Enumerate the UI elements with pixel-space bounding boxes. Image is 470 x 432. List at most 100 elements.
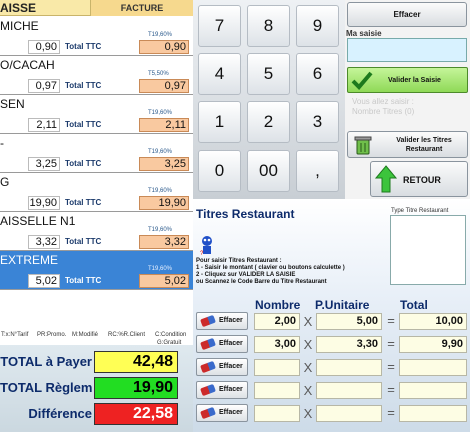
legend-condition: C:Condition — [155, 332, 187, 338]
effacer-saisie-button[interactable]: Effacer — [347, 2, 467, 27]
ticket-line[interactable]: SEN 2,11 Total TTC T19,60% 2,11 — [0, 95, 193, 134]
effacer-row-button[interactable]: Effacer — [196, 381, 248, 399]
item-name: O/CACAH — [0, 58, 55, 72]
nombre-field[interactable] — [254, 382, 300, 399]
ticket-line[interactable]: - 3,25 Total TTC T19,60% 3,25 — [0, 134, 193, 173]
effacer-row-button[interactable]: Effacer — [196, 404, 248, 422]
difference-label: Différence — [28, 406, 92, 421]
item-tva-rate: T19,60% — [148, 227, 173, 233]
item-tva-rate: T19,60% — [148, 266, 173, 272]
type-titre-list[interactable] — [390, 215, 466, 285]
total-ttc-label: Total TTC — [65, 120, 102, 129]
key-0[interactable]: 0 — [198, 150, 241, 192]
effacer-row-button[interactable]: Effacer — [196, 335, 248, 353]
nombre-field[interactable] — [254, 405, 300, 422]
ticket-line[interactable]: G 19,90 Total TTC T19,60% 19,90 — [0, 173, 193, 212]
legend-modifie: M:Modifié — [72, 332, 99, 338]
eraser-icon — [200, 383, 216, 397]
key-3[interactable]: 3 — [296, 101, 339, 143]
ticket-line[interactable]: MICHE 0,90 Total TTC T19,60% 0,90 — [0, 17, 193, 56]
key-comma[interactable]: , — [296, 150, 339, 192]
checkmark-icon — [351, 71, 373, 90]
unitaire-field[interactable] — [316, 382, 382, 399]
legend-remise-client: RC:%R.Client — [108, 332, 146, 338]
up-arrow-icon — [374, 165, 398, 193]
equals-sign: = — [387, 359, 395, 374]
key-4[interactable]: 4 — [198, 53, 241, 95]
item-name: SEN — [0, 97, 25, 111]
total-reglement-label: TOTAL Règleme — [0, 380, 92, 395]
key-9[interactable]: 9 — [296, 5, 339, 47]
item-name: - — [0, 136, 4, 150]
item-total-ttc: 3,32 — [139, 235, 189, 249]
total-a-payer-label: TOTAL à Payer — [0, 354, 92, 369]
col-nombre-header: Nombre — [255, 298, 301, 312]
equals-sign: = — [387, 313, 395, 328]
instruction-line3: 2 - Cliquez sur VALIDER LA SAISIE — [196, 272, 296, 278]
valider-saisie-button[interactable]: Valider la Saisie — [347, 67, 468, 93]
valider-titres-button[interactable]: Valider les Titres Restaurant — [347, 131, 468, 158]
item-name: MICHE — [0, 19, 39, 33]
times-sign: X — [303, 314, 313, 329]
ma-saisie-input[interactable] — [347, 38, 467, 62]
item-amount: 2,11 — [28, 118, 60, 132]
col-total-header: Total — [400, 298, 428, 312]
times-sign: X — [303, 383, 313, 398]
key-8[interactable]: 8 — [247, 5, 290, 47]
type-titre-label: Type Titre Restaurant — [391, 208, 449, 214]
item-amount: 19,90 — [28, 196, 60, 210]
item-tva-rate: T19,60% — [148, 188, 173, 194]
nombre-field[interactable]: 3,00 — [254, 336, 300, 353]
item-name: EXTREME — [0, 253, 59, 267]
item-total-ttc: 19,90 — [139, 196, 189, 210]
total-ttc-label: Total TTC — [65, 198, 102, 207]
total-ttc-label: Total TTC — [65, 81, 102, 90]
totals-area: TOTAL à Payer 42,48 TOTAL Règleme 19,90 … — [0, 345, 193, 432]
unitaire-field[interactable]: 5,00 — [316, 313, 382, 330]
col-unitaire-header: P.Unitaire — [315, 298, 370, 312]
eraser-icon — [200, 314, 216, 328]
item-name: AISSELLE N1 — [0, 214, 76, 228]
instruction-line2: 1 - Saisir le montant ( clavier ou bouto… — [196, 265, 345, 271]
total-a-payer-value: 42,48 — [94, 351, 178, 373]
key-2[interactable]: 2 — [247, 101, 290, 143]
unitaire-field[interactable] — [316, 405, 382, 422]
ticket-panel: AISSE FACTURE MICHE 0,90 Total TTC T19,60% 0… — [0, 0, 193, 432]
unitaire-field[interactable]: 3,30 — [316, 336, 382, 353]
total-field: 10,00 — [399, 313, 467, 330]
eraser-icon — [200, 360, 216, 374]
equals-sign: = — [387, 336, 395, 351]
key-7[interactable]: 7 — [198, 5, 241, 47]
unitaire-field[interactable] — [316, 359, 382, 376]
saisie-hint: Vous allez saisir : Nombre Titres (0) — [352, 97, 414, 117]
difference-value: 22,58 — [94, 403, 178, 425]
item-tva-rate: T5,50% — [148, 71, 169, 77]
effacer-row-label: Effacer — [219, 317, 243, 324]
nombre-field[interactable]: 2,00 — [254, 313, 300, 330]
ticket-line[interactable]: AISSELLE N1 3,32 Total TTC T19,60% 3,32 — [0, 212, 193, 251]
nombre-field[interactable] — [254, 359, 300, 376]
ticket-line[interactable]: EXTREME 5,02 Total TTC T19,60% 5,02 — [0, 251, 193, 290]
valider-titres-label-2: Restaurant — [405, 146, 443, 153]
ticket-line[interactable]: O/CACAH 0,97 Total TTC T5,50% 0,97 — [0, 56, 193, 95]
item-amount: 5,02 — [28, 274, 60, 288]
total-reglement-value: 19,90 — [94, 377, 178, 399]
total-ttc-label: Total TTC — [65, 42, 102, 51]
effacer-row-button[interactable]: Effacer — [196, 358, 248, 376]
numeric-keypad: 7 8 9 4 5 6 1 2 3 0 00, — [193, 0, 345, 199]
facture-button[interactable]: FACTURE — [90, 0, 193, 16]
key-6[interactable]: 6 — [296, 53, 339, 95]
instructions: Pour saisir Titres Restaurant : 1 - Sais… — [196, 258, 345, 286]
retour-button[interactable]: RETOUR — [370, 161, 468, 197]
equals-sign: = — [387, 382, 395, 397]
item-tva-rate: T19,60% — [148, 149, 173, 155]
trash-can-icon — [354, 136, 372, 155]
total-field — [399, 359, 467, 376]
key-5[interactable]: 5 — [247, 53, 290, 95]
item-amount: 3,25 — [28, 157, 60, 171]
key-00[interactable]: 00 — [247, 150, 290, 192]
effacer-row-button[interactable]: Effacer — [196, 312, 248, 330]
effacer-row-label: Effacer — [219, 409, 243, 416]
key-1[interactable]: 1 — [198, 101, 241, 143]
ticket-header: AISSE FACTURE — [0, 0, 193, 16]
